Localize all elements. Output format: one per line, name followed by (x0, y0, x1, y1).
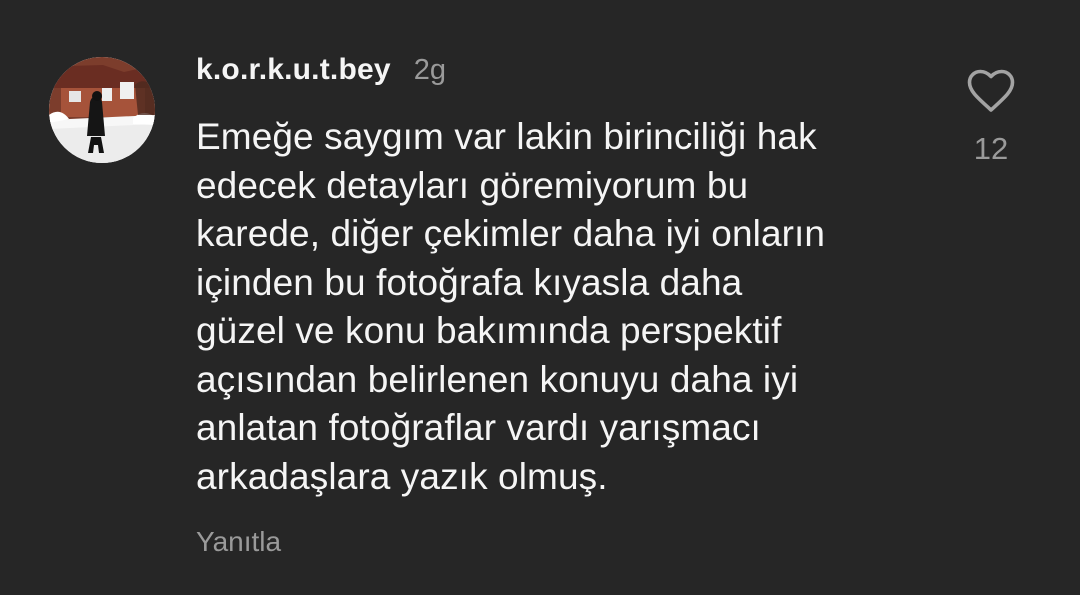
comment: k.o.r.k.u.t.bey 2g Emeğe saygım var laki… (0, 0, 1080, 595)
comment-header: k.o.r.k.u.t.bey 2g (196, 53, 446, 93)
avatar[interactable] (49, 57, 155, 163)
reply-button[interactable]: Yanıtla (196, 526, 281, 558)
like-count: 12 (973, 131, 1009, 166)
heart-icon[interactable] (966, 68, 1016, 114)
timestamp: 2g (413, 54, 446, 86)
comment-text: Emeğe saygım var lakin birinciliği hak e… (196, 116, 826, 497)
username[interactable]: k.o.r.k.u.t.bey (196, 53, 391, 87)
like-area: 12 (958, 68, 1024, 168)
